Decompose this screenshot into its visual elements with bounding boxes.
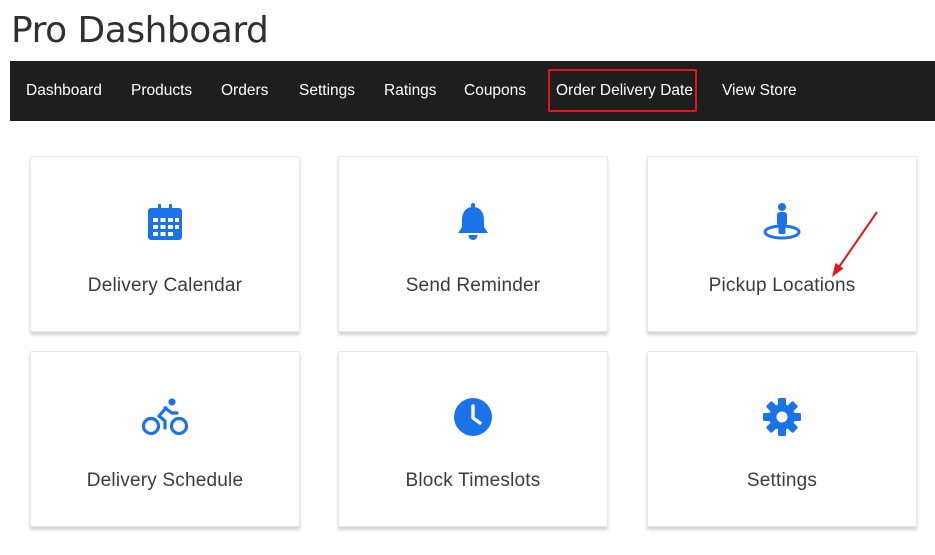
card-settings[interactable]: Settings [647, 351, 917, 527]
card-block-timeslots[interactable]: Block Timeslots [338, 351, 608, 527]
person-location-icon [762, 202, 802, 242]
bicycle-icon [141, 397, 189, 437]
card-send-reminder[interactable]: Send Reminder [338, 156, 608, 332]
nav-item-orders[interactable]: Orders [221, 61, 268, 121]
card-label: Settings [746, 470, 818, 491]
nav-item-settings[interactable]: Settings [299, 61, 355, 121]
card-label: Block Timeslots [405, 470, 541, 491]
annotation-arrow [832, 211, 878, 277]
card-delivery-calendar[interactable]: Delivery Calendar [30, 156, 300, 332]
clock-icon [453, 397, 493, 437]
gear-icon [762, 397, 802, 437]
card-label: Send Reminder [405, 275, 541, 296]
calendar-icon [145, 202, 185, 242]
card-label: Delivery Calendar [87, 275, 243, 296]
nav-item-ratings[interactable]: Ratings [384, 61, 437, 121]
card-label: Delivery Schedule [86, 470, 244, 491]
nav-item-view-store[interactable]: View Store [722, 61, 797, 121]
nav-item-order-delivery-date[interactable]: Order Delivery Date [556, 61, 693, 121]
nav-item-products[interactable]: Products [131, 61, 192, 121]
bell-icon [453, 202, 493, 242]
main-navbar: Dashboard Products Orders Settings Ratin… [10, 61, 935, 121]
card-delivery-schedule[interactable]: Delivery Schedule [30, 351, 300, 527]
page-title: Pro Dashboard [11, 10, 269, 51]
nav-item-coupons[interactable]: Coupons [464, 61, 526, 121]
nav-item-dashboard[interactable]: Dashboard [26, 61, 102, 121]
